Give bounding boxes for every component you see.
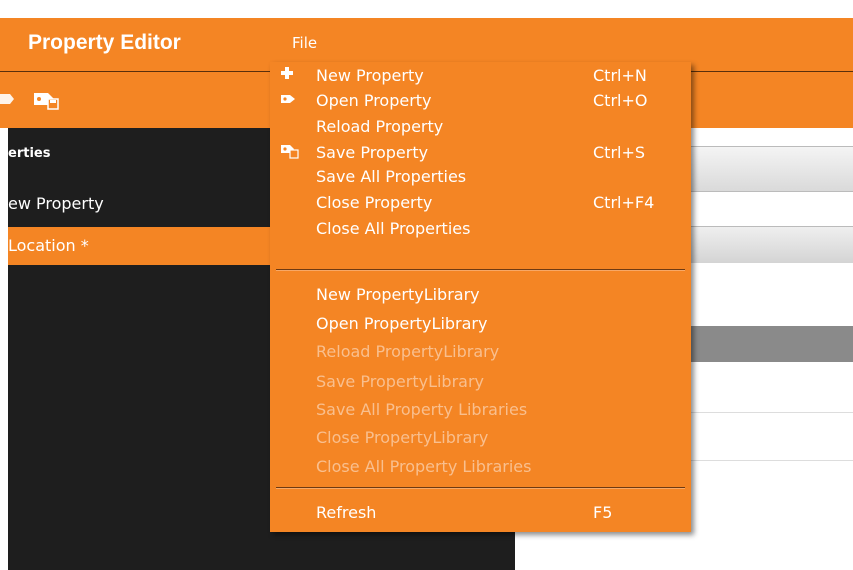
menu-item-close-property[interactable]: Close Property bbox=[316, 193, 432, 212]
file-menu-dropdown: New Property Ctrl+N Open Property Ctrl+O… bbox=[270, 62, 691, 532]
shortcut-f5: F5 bbox=[593, 503, 613, 522]
menu-file[interactable]: File bbox=[292, 34, 317, 52]
plus-icon bbox=[280, 65, 294, 84]
menu-item-save-all-property-libraries: Save All Property Libraries bbox=[316, 400, 528, 419]
tree-item-location[interactable]: Location * bbox=[8, 227, 278, 265]
menu-item-new-property[interactable]: New Property bbox=[316, 66, 424, 85]
open-property-icon[interactable] bbox=[0, 90, 14, 112]
menu-item-new-propertylibrary[interactable]: New PropertyLibrary bbox=[316, 285, 480, 304]
shortcut-ctrl-n: Ctrl+N bbox=[593, 66, 647, 85]
menu-separator bbox=[276, 269, 685, 271]
save-property-icon[interactable] bbox=[32, 90, 66, 114]
left-edge bbox=[0, 128, 8, 570]
menu-item-save-all-properties[interactable]: Save All Properties bbox=[316, 167, 466, 186]
menu-separator bbox=[276, 487, 685, 489]
shortcut-ctrl-o: Ctrl+O bbox=[593, 91, 648, 110]
save-tag-icon bbox=[280, 143, 300, 163]
menu-item-close-all-property-libraries: Close All Property Libraries bbox=[316, 457, 532, 476]
panel-header: erties bbox=[8, 146, 51, 161]
menu-item-save-propertylibrary: Save PropertyLibrary bbox=[316, 372, 485, 391]
menu-item-reload-propertylibrary: Reload PropertyLibrary bbox=[316, 342, 500, 361]
tree-item-new-property[interactable]: ew Property bbox=[8, 194, 104, 213]
shortcut-ctrl-s: Ctrl+S bbox=[593, 143, 646, 162]
menu-item-reload-property[interactable]: Reload Property bbox=[316, 117, 443, 136]
shortcut-ctrl-f4: Ctrl+F4 bbox=[593, 193, 655, 212]
menu-item-open-property[interactable]: Open Property bbox=[316, 91, 432, 110]
menu-item-save-property[interactable]: Save Property bbox=[316, 143, 428, 162]
app-title: Property Editor bbox=[28, 31, 181, 54]
menu-item-close-all-properties[interactable]: Close All Properties bbox=[316, 219, 470, 238]
menu-item-close-propertylibrary: Close PropertyLibrary bbox=[316, 428, 489, 447]
menu-item-open-propertylibrary[interactable]: Open PropertyLibrary bbox=[316, 314, 487, 333]
menu-item-refresh[interactable]: Refresh bbox=[316, 503, 376, 522]
top-margin bbox=[0, 0, 853, 18]
open-tag-icon bbox=[280, 90, 296, 109]
